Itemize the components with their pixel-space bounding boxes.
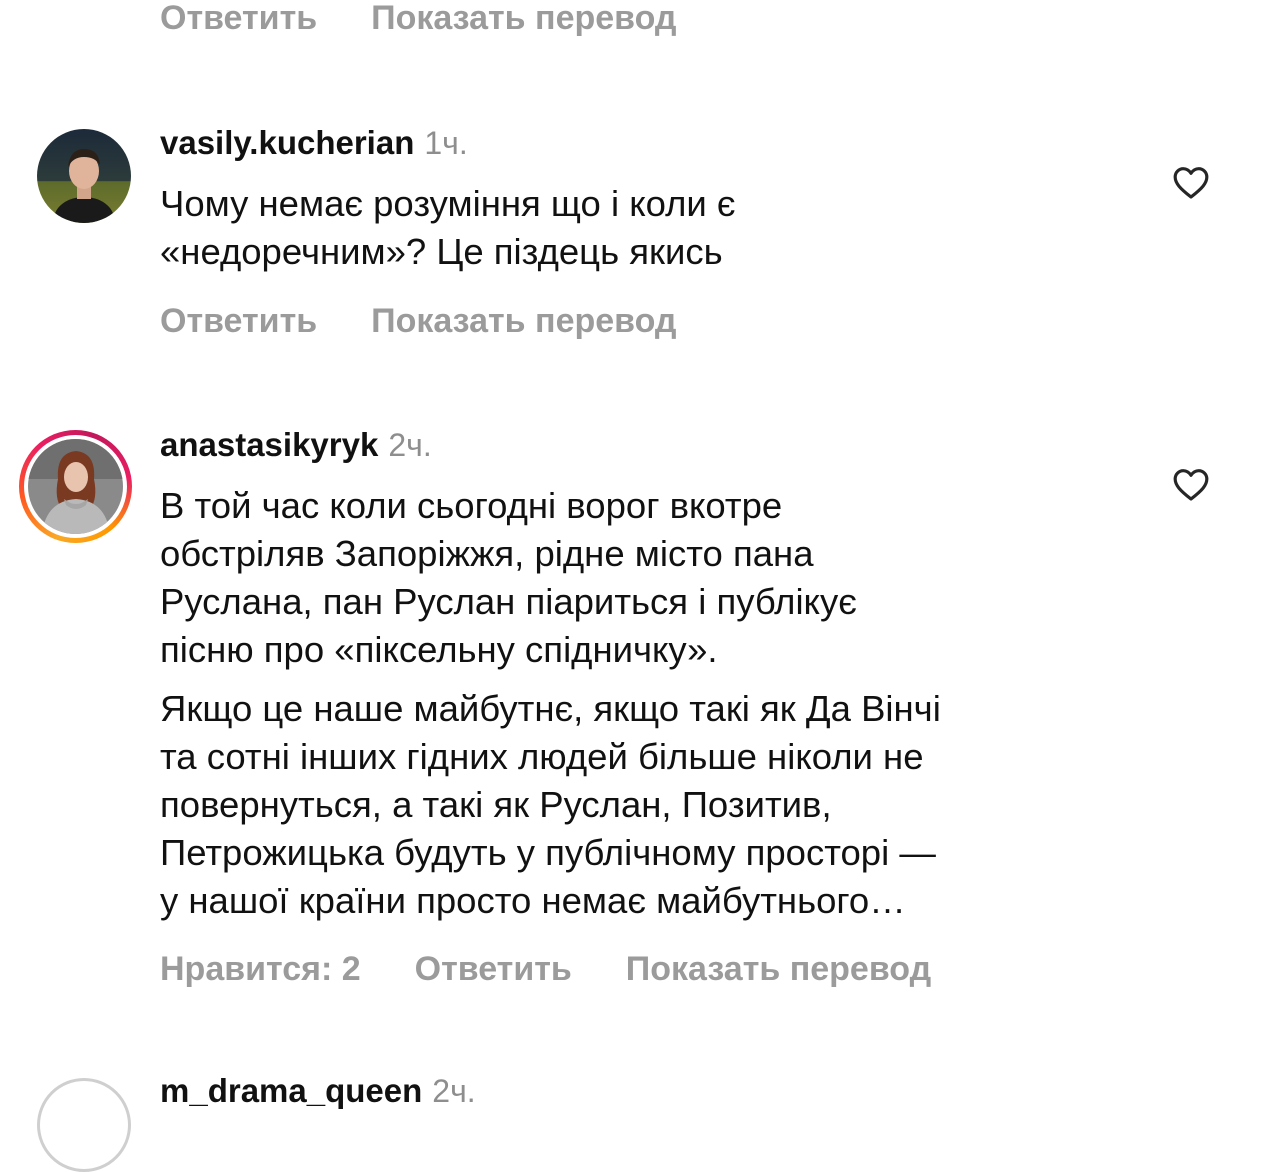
avatar (28, 439, 123, 534)
username[interactable]: m_drama_queen (160, 1072, 422, 1110)
reply-button[interactable]: Ответить (160, 302, 317, 341)
avatar[interactable] (37, 1078, 131, 1172)
heart-outline-icon[interactable] (1172, 164, 1210, 200)
comment-actions: Ответить Показать перевод (160, 302, 677, 341)
previous-comment-actions: Ответить Показать перевод (160, 0, 677, 38)
reply-button[interactable]: Ответить (415, 950, 572, 989)
username[interactable]: anastasikyryk (160, 426, 378, 464)
show-translation-button[interactable]: Показать перевод (626, 950, 931, 989)
reply-button[interactable]: Ответить (160, 0, 317, 38)
comment-text-paragraph-2: Якщо це наше майбутнє, якщо такі як Да В… (160, 688, 941, 921)
avatar-image (37, 129, 131, 223)
avatar[interactable] (37, 129, 131, 223)
comment-header: vasily.kucherian 1ч. (160, 124, 468, 162)
show-translation-button[interactable]: Показать перевод (371, 302, 676, 341)
heart-outline-icon[interactable] (1172, 466, 1210, 502)
timestamp: 1ч. (424, 125, 468, 161)
avatar-image (28, 439, 123, 534)
comment-text: Чому немає розуміння що і коли є «недоре… (160, 183, 736, 272)
show-translation-button[interactable]: Показать перевод (371, 0, 676, 38)
story-ring[interactable] (19, 430, 132, 543)
likes-count[interactable]: Нравится: 2 (160, 950, 361, 989)
username[interactable]: vasily.kucherian (160, 124, 414, 162)
comment-header: anastasikyryk 2ч. (160, 426, 432, 464)
comment-header: m_drama_queen 2ч. (160, 1072, 476, 1110)
timestamp: 2ч. (388, 427, 432, 463)
comment-text-paragraph-1: В той час коли сьогодні ворог вкотре обс… (160, 485, 857, 670)
comment-actions: Нравится: 2 Ответить Показать перевод (160, 950, 931, 989)
